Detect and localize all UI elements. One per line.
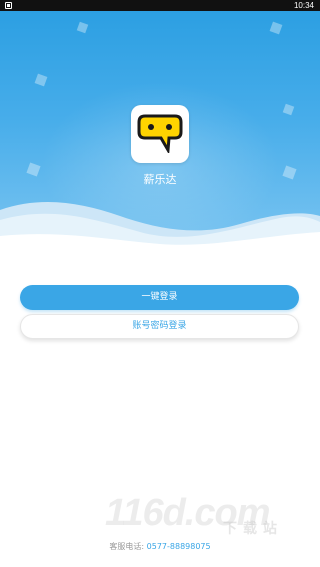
decor-diamond (76, 21, 89, 34)
footer: 客服电话: 0577-88898075 (0, 541, 320, 552)
header-banner: 薪乐达 (0, 11, 320, 251)
status-bar: 10:34 (0, 0, 320, 11)
service-label: 客服电话: (109, 542, 145, 551)
wave-decoration (0, 202, 320, 251)
speech-bubble-icon (137, 114, 183, 153)
app-logo (131, 105, 189, 163)
watermark-subtext: 下载站 (223, 521, 283, 537)
account-password-login-button[interactable]: 账号密码登录 (20, 314, 299, 339)
one-click-login-button[interactable]: 一键登录 (20, 285, 299, 310)
decor-diamond (269, 21, 283, 35)
notification-icon (5, 2, 12, 9)
app-name: 薪乐达 (143, 173, 177, 186)
decor-diamond (282, 103, 295, 116)
status-time: 10:34 (293, 1, 314, 10)
service-phone-link[interactable]: 0577-88898075 (147, 542, 211, 551)
watermark: 116d.com 下载站 (105, 492, 305, 542)
